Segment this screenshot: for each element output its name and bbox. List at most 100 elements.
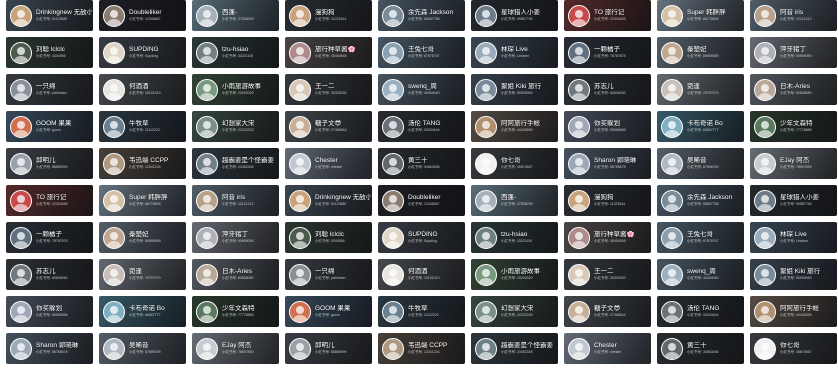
avatar[interactable] [754,4,776,27]
avatar[interactable] [103,4,125,27]
avatar[interactable] [661,152,683,175]
profile-card[interactable]: 萍牙猪丁 小红书号: 90909090 [192,222,279,253]
profile-card[interactable]: 黄三十 小红书号: 34563456 [378,148,465,179]
profile-card[interactable]: 小雨旅游故事 小红书号: 20202020 [192,74,279,105]
avatar[interactable] [289,152,311,175]
profile-card[interactable]: 絮姐 Kiki 旅行 小红书号: 50505050 [750,259,837,290]
avatar[interactable] [475,226,497,249]
avatar[interactable] [196,4,218,27]
profile-card[interactable]: 何酒酒 小红书号: 10101010 [378,259,465,290]
avatar[interactable] [661,78,683,101]
avatar[interactable] [10,189,32,212]
profile-card[interactable]: GOOM 果果 小红书号: goom [6,111,93,142]
avatar[interactable] [475,152,497,175]
profile-card[interactable]: 何酒酒 小红书号: 10101010 [99,74,186,105]
profile-card[interactable]: 牛牧草 小红书号: 11112222 [99,111,186,142]
avatar[interactable] [103,152,125,175]
profile-card[interactable]: Drinkingnew 无敌小鲸小红书号: 91123580 [6,0,93,31]
profile-card[interactable]: Sharon 郭晓琳 小红书号: 56785678 [564,148,651,179]
profile-card[interactable]: 王兔七哥 小红书号: 67676767 [378,37,465,68]
avatar[interactable] [289,300,311,323]
avatar[interactable] [754,300,776,323]
avatar[interactable] [196,115,218,138]
avatar[interactable] [10,226,32,249]
avatar[interactable] [103,263,125,286]
avatar[interactable] [289,263,311,286]
profile-card[interactable]: 越霸姜是个怪霸姜 小红书号: 23452345 [192,148,279,179]
avatar[interactable] [475,189,497,212]
avatar[interactable] [382,300,404,323]
profile-card[interactable]: Super 韩胖胖 小红书号: 66778899 [657,0,744,31]
avatar[interactable] [568,78,590,101]
avatar[interactable] [475,4,497,27]
profile-card[interactable]: 吴晞音 小红书号: 67896789 [657,148,744,179]
avatar[interactable] [475,115,497,138]
avatar[interactable] [10,337,32,360]
profile-card[interactable]: TO 旅行记 小红书号: 22334455 [564,0,651,31]
profile-card[interactable]: 汤伦 TANG 小红书号: 33334444 [657,296,744,327]
avatar[interactable] [568,189,590,212]
profile-card[interactable]: 余先森 Jackson 小红书号: 55667788 [378,0,465,31]
profile-card[interactable]: 卡布奇诺 Bo 小红书号: 66667777 [99,296,186,327]
profile-card[interactable]: 日木-Aries 小红书号: 80808080 [750,74,837,105]
profile-card[interactable]: 秦楚妃 小红书号: 89898989 [657,37,744,68]
avatar[interactable] [568,115,590,138]
avatar[interactable] [568,263,590,286]
avatar[interactable] [661,41,683,64]
avatar[interactable] [196,78,218,101]
profile-card[interactable]: 黄三十 小红书号: 34563456 [657,333,744,364]
avatar[interactable] [10,152,32,175]
profile-card[interactable]: 韦迅端 CCPP 小红书号: 12341234 [378,333,465,364]
profile-card[interactable]: EJay 阿杰 小红书号: 78907890 [750,148,837,179]
avatar[interactable] [754,263,776,286]
profile-card[interactable]: 秦楚妃 小红书号: 89898989 [99,222,186,253]
avatar[interactable] [10,41,32,64]
profile-card[interactable]: 你七哥 小红书号: 45674567 [471,148,558,179]
avatar[interactable] [754,115,776,138]
profile-card[interactable]: 余先森 Jackson 小红书号: 55667788 [657,185,744,216]
profile-card[interactable]: SUPDING 小红书号: Supding [99,37,186,68]
profile-card[interactable]: 旅行种草酱🌸 小红书号: 45454545 [564,222,651,253]
avatar[interactable] [568,337,590,360]
profile-card[interactable]: GOOM 果果 小红书号: goom [285,296,372,327]
avatar[interactable] [382,337,404,360]
avatar[interactable] [382,263,404,286]
avatar[interactable] [754,337,776,360]
profile-card[interactable]: 一颗橘子 小红书号: 78787878 [564,37,651,68]
profile-card[interactable]: 一只绵 小红书号: yizhimian [6,74,93,105]
profile-card[interactable]: 幻想家大宋 小红书号: 22223333 [471,296,558,327]
avatar[interactable] [382,189,404,212]
avatar[interactable] [754,152,776,175]
profile-card[interactable]: TO 旅行记 小红书号: 22334455 [6,185,93,216]
avatar[interactable] [196,152,218,175]
profile-card[interactable]: 汤伦 TANG 小红书号: 33334444 [378,111,465,142]
avatar[interactable] [754,226,776,249]
profile-card[interactable]: EJay 阿杰 小红书号: 78907890 [192,333,279,364]
avatar[interactable] [661,189,683,212]
avatar[interactable] [754,78,776,101]
profile-card[interactable]: 牛牧草 小红书号: 11112222 [378,296,465,327]
profile-card[interactable]: Doubleliker 小红书号: 12345667 [378,185,465,216]
avatar[interactable] [568,152,590,175]
avatar[interactable] [382,115,404,138]
profile-card[interactable]: 你买躲划 小红书号: 55556666 [564,111,651,142]
avatar[interactable] [382,78,404,101]
profile-card[interactable]: 你买躲划 小红书号: 55556666 [6,296,93,327]
profile-card[interactable]: 林琛 Live 小红书号: Linchen [471,37,558,68]
profile-card[interactable]: swenq_周 小红书号: 40404040 [378,74,465,105]
avatar[interactable] [382,41,404,64]
profile-card[interactable]: 苏志儿 小红书号: 60606060 [564,74,651,105]
avatar[interactable] [10,78,32,101]
profile-card[interactable]: 少年文森特 小红书号: 77778888 [750,111,837,142]
profile-card[interactable]: tzu-hsiao 小红书号: 33221100 [192,37,279,68]
avatar[interactable] [10,300,32,323]
profile-card[interactable]: tzu-hsiao 小红书号: 33221100 [471,222,558,253]
avatar[interactable] [196,41,218,64]
avatar[interactable] [661,226,683,249]
avatar[interactable] [382,152,404,175]
avatar[interactable] [196,189,218,212]
profile-card[interactable]: 糖子文😎 小红书号: 27356844 [564,296,651,327]
avatar[interactable] [103,78,125,101]
avatar[interactable] [568,226,590,249]
avatar[interactable] [289,189,311,212]
